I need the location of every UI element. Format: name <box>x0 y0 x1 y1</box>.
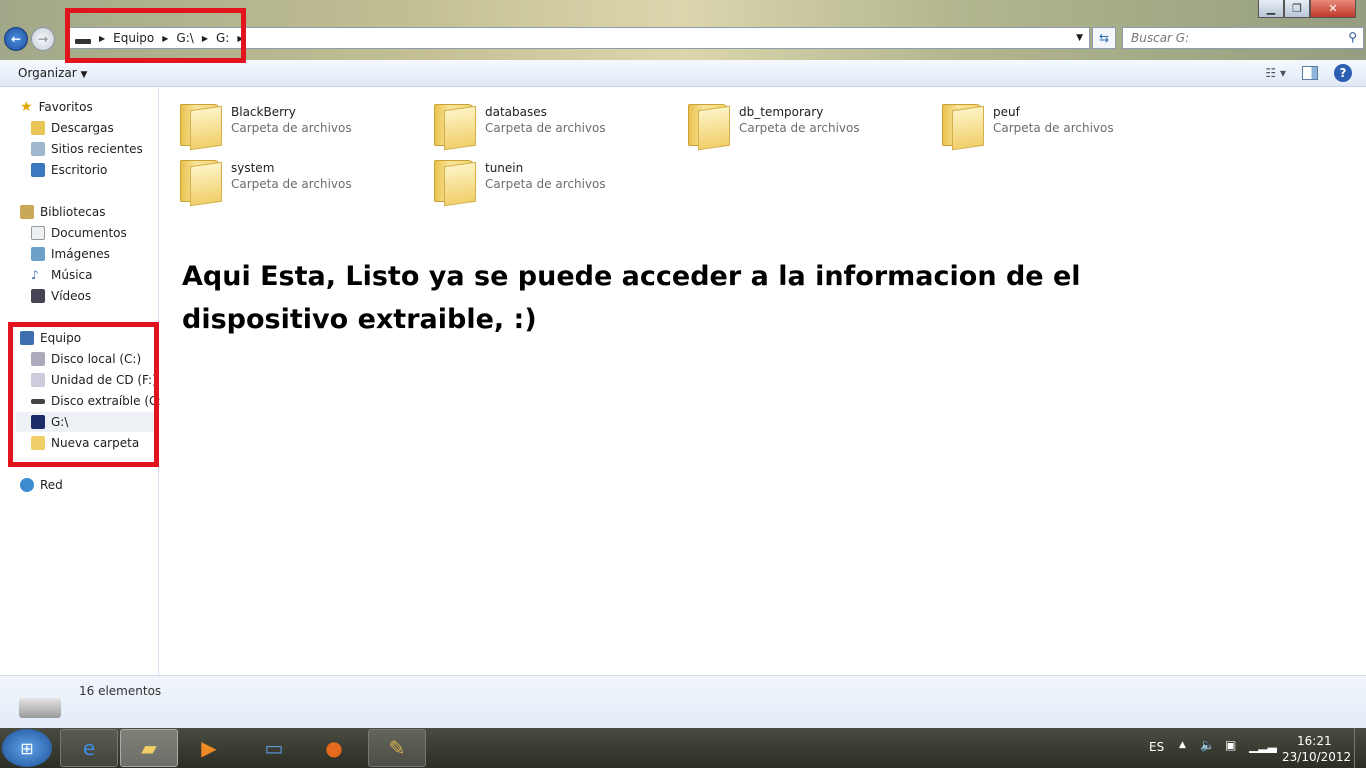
sidebar-item-videos[interactable]: Vídeos <box>31 286 91 306</box>
folder-type: Carpeta de archivos <box>231 177 352 191</box>
taskbar-paint-icon[interactable]: ✎ <box>368 729 426 767</box>
folder-name: databases <box>485 105 547 119</box>
folder-icon <box>434 160 474 202</box>
desktop-icon <box>31 163 45 177</box>
minimize-button[interactable]: ▁ <box>1258 0 1284 18</box>
clock-date[interactable]: 23/10/2012 <box>1282 750 1351 764</box>
pictures-icon <box>31 247 45 261</box>
sidebar-label: Documentos <box>51 226 127 240</box>
sidebar-label: Bibliotecas <box>40 205 106 219</box>
star-icon: ★ <box>20 99 33 115</box>
sidebar-item-musica[interactable]: ♪ Música <box>31 265 93 285</box>
preview-pane-icon[interactable] <box>1302 66 1318 80</box>
libraries-icon <box>20 205 34 219</box>
folder-item[interactable]: tunein Carpeta de archivos <box>434 156 684 206</box>
refresh-button[interactable]: ⇆ <box>1092 27 1116 49</box>
sidebar-item-sitios-recientes[interactable]: Sitios recientes <box>31 139 143 159</box>
folder-name: BlackBerry <box>231 105 296 119</box>
folder-name: tunein <box>485 161 524 175</box>
search-placeholder: Buscar G: <box>1131 31 1190 45</box>
taskbar-app-icon[interactable]: ▭ <box>245 729 303 767</box>
sidebar-label: Música <box>51 268 93 282</box>
folder-icon <box>180 160 220 202</box>
highlight-box-sidebar <box>8 322 159 467</box>
recent-places-icon <box>31 142 45 156</box>
address-dropdown-icon[interactable]: ▼ <box>1076 33 1083 43</box>
sidebar-item-imagenes[interactable]: Imágenes <box>31 244 110 264</box>
removable-drive-icon <box>19 698 61 718</box>
taskbar-explorer-icon[interactable]: ▰ <box>120 729 178 767</box>
folder-icon <box>180 104 220 146</box>
sidebar-label: Favoritos <box>38 100 93 114</box>
language-indicator[interactable]: ES <box>1149 740 1164 754</box>
sidebar-libraries[interactable]: Bibliotecas <box>20 202 105 222</box>
volume-icon[interactable]: 🔈 <box>1200 738 1215 752</box>
sidebar-label: Vídeos <box>51 289 92 303</box>
folder-name: peuf <box>993 105 1020 119</box>
folder-name: system <box>231 161 275 175</box>
search-input[interactable]: Buscar G: ⚲ <box>1122 27 1364 49</box>
back-button[interactable]: ← <box>4 27 28 51</box>
sidebar-item-escritorio[interactable]: Escritorio <box>31 160 107 180</box>
sidebar-label: Sitios recientes <box>51 142 143 156</box>
show-hidden-icons-icon[interactable]: ▲ <box>1179 740 1186 750</box>
taskbar: ⊞ e ▰ ▶ ▭ ● ✎ ES ▲ 🔈 ▣ ▁▂▃ 16:21 23/10/2… <box>0 728 1366 768</box>
organize-button[interactable]: Organizar ▼ <box>18 66 87 80</box>
music-icon: ♪ <box>31 268 39 282</box>
folder-type: Carpeta de archivos <box>485 177 606 191</box>
folder-item[interactable]: peuf Carpeta de archivos <box>942 100 1192 150</box>
status-bar: 16 elementos <box>0 675 1366 728</box>
downloads-icon <box>31 121 45 135</box>
folder-type: Carpeta de archivos <box>739 121 860 135</box>
taskbar-media-player-icon[interactable]: ▶ <box>180 729 238 767</box>
folder-icon <box>688 104 728 146</box>
sidebar-label: Imágenes <box>51 247 110 261</box>
sidebar-item-descargas[interactable]: Descargas <box>31 118 114 138</box>
search-icon: ⚲ <box>1348 30 1357 44</box>
window-controls: ▁ ❐ ✕ <box>1258 0 1356 18</box>
documents-icon <box>31 226 45 240</box>
sidebar-network[interactable]: Red <box>20 475 63 495</box>
folder-item[interactable]: BlackBerry Carpeta de archivos <box>180 100 430 150</box>
toolbar: Organizar ▼ ☷ ▾ ? <box>0 60 1366 87</box>
show-desktop-button[interactable] <box>1354 728 1366 768</box>
folder-item[interactable]: databases Carpeta de archivos <box>434 100 684 150</box>
folder-name: db_temporary <box>739 105 824 119</box>
folder-icon <box>942 104 982 146</box>
item-count: 16 elementos <box>79 684 162 698</box>
close-button[interactable]: ✕ <box>1310 0 1356 18</box>
taskbar-internet-explorer-icon[interactable]: e <box>60 729 118 767</box>
sidebar-label: Escritorio <box>51 163 108 177</box>
folder-item[interactable]: db_temporary Carpeta de archivos <box>688 100 938 150</box>
highlight-box-address <box>65 8 246 63</box>
network-signal-icon[interactable]: ▁▂▃ <box>1249 739 1277 753</box>
annotation-text: Aqui Esta, Listo ya se puede acceder a l… <box>182 261 1081 335</box>
view-options-icon[interactable]: ☷ ▾ <box>1265 66 1286 80</box>
folder-type: Carpeta de archivos <box>231 121 352 135</box>
sidebar-item-documentos[interactable]: Documentos <box>31 223 127 243</box>
power-icon[interactable]: ▣ <box>1225 738 1236 752</box>
organize-label: Organizar <box>18 66 77 80</box>
start-button[interactable]: ⊞ <box>2 729 52 767</box>
sidebar-label: Descargas <box>51 121 114 135</box>
forward-button[interactable]: → <box>31 27 55 51</box>
file-list: BlackBerry Carpeta de archivos databases C… <box>160 88 1366 675</box>
folder-icon <box>434 104 474 146</box>
sidebar-label: Red <box>40 478 63 492</box>
network-icon <box>20 478 34 492</box>
help-icon[interactable]: ? <box>1334 64 1352 82</box>
folder-type: Carpeta de archivos <box>993 121 1114 135</box>
videos-icon <box>31 289 45 303</box>
sidebar-favorites[interactable]: ★ Favoritos <box>20 97 93 117</box>
clock-time[interactable]: 16:21 <box>1297 734 1332 748</box>
taskbar-firefox-icon[interactable]: ● <box>305 729 363 767</box>
folder-item[interactable]: system Carpeta de archivos <box>180 156 430 206</box>
maximize-button[interactable]: ❐ <box>1284 0 1310 18</box>
folder-type: Carpeta de archivos <box>485 121 606 135</box>
